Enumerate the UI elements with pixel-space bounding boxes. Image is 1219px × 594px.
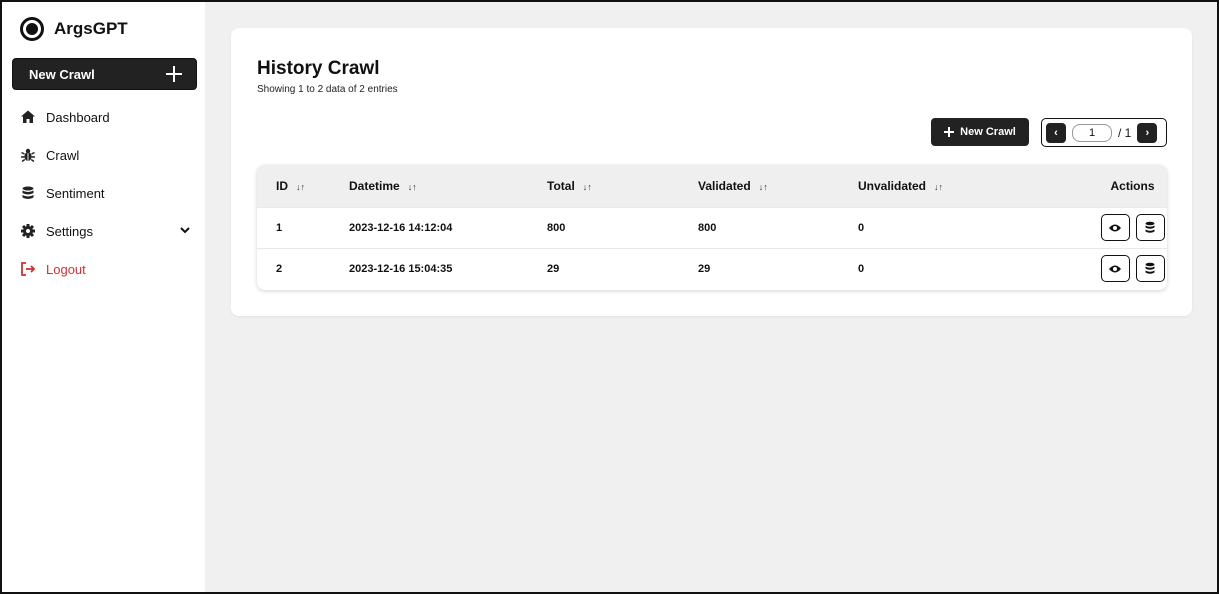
plus-icon	[944, 127, 955, 137]
entries-summary: Showing 1 to 2 data of 2 entries	[257, 84, 398, 95]
row-actions	[1058, 214, 1167, 241]
cell-unvalidated: 0	[858, 262, 865, 275]
sidebar-item-logout[interactable]: Logout	[12, 250, 197, 288]
gear-icon	[20, 223, 36, 239]
row-actions	[1058, 255, 1167, 283]
column-header-label: Total	[547, 178, 575, 193]
cell-unvalidated: 0	[858, 221, 865, 234]
eye-icon	[1109, 265, 1121, 273]
sidebar-item-label: Crawl	[46, 147, 80, 163]
sort-icon[interactable]: ↓↑	[408, 182, 417, 192]
sidebar-item-settings[interactable]: Settings	[12, 212, 197, 250]
column-header-label: Datetime	[349, 178, 400, 193]
database-icon	[1145, 262, 1155, 274]
cell-datetime: 2023-12-16 15:04:35	[349, 262, 453, 275]
eye-icon	[1109, 224, 1121, 231]
sidebar-item-label: Logout	[46, 261, 86, 277]
column-header-unvalidated[interactable]: Unvalidated ↓↑	[858, 165, 1058, 207]
main-content: History Crawl Showing 1 to 2 data of 2 e…	[205, 2, 1217, 592]
cell-datetime: 2023-12-16 14:12:04	[349, 221, 453, 234]
sort-icon[interactable]: ↓↑	[296, 182, 305, 192]
chevron-down-icon[interactable]	[179, 224, 191, 239]
cell-total: 800	[547, 221, 566, 234]
brand-name: ArgsGPT	[54, 19, 128, 38]
sidebar-new-crawl-label: New Crawl	[29, 66, 95, 82]
column-header-validated[interactable]: Validated ↓↑	[698, 165, 858, 207]
data-button[interactable]	[1135, 214, 1165, 241]
data-button[interactable]	[1135, 255, 1165, 283]
next-page-button[interactable]: ›	[1137, 122, 1158, 143]
page-number-input[interactable]	[1072, 123, 1112, 142]
brand[interactable]: ArgsGPT	[12, 16, 197, 42]
new-crawl-label: New Crawl	[960, 126, 1016, 138]
view-button[interactable]	[1100, 255, 1130, 283]
column-header-total[interactable]: Total ↓↑	[547, 165, 698, 207]
pagination: ‹ / 1 ›	[1041, 118, 1167, 147]
column-header-actions: Actions	[1058, 165, 1167, 207]
bug-icon	[20, 147, 36, 163]
table-header-row: ID ↓↑ Datetime ↓↑ Total ↓↑ Validated ↓↑ Unva…	[257, 165, 1167, 207]
cell-actions	[1058, 248, 1167, 289]
history-card: History Crawl Showing 1 to 2 data of 2 e…	[231, 28, 1192, 316]
brand-logo-icon	[20, 17, 44, 41]
view-button[interactable]	[1100, 214, 1130, 241]
database-icon	[20, 185, 36, 201]
sidebar-item-label: Settings	[46, 223, 93, 239]
home-icon	[20, 109, 36, 125]
page-total: / 1	[1118, 125, 1132, 140]
app-window: ArgsGPT New Crawl Dashboard Crawl Sentim…	[0, 0, 1219, 594]
sidebar-item-crawl[interactable]: Crawl	[12, 136, 197, 174]
column-header-datetime[interactable]: Datetime ↓↑	[349, 165, 547, 207]
column-header-label: Actions	[1110, 178, 1155, 193]
sidebar-new-crawl-button[interactable]: New Crawl	[12, 58, 197, 90]
prev-page-button[interactable]: ‹	[1046, 122, 1066, 143]
column-header-label: Validated	[698, 178, 751, 193]
cell-validated: 29	[698, 262, 711, 275]
sort-icon[interactable]: ↓↑	[583, 182, 592, 192]
sidebar-nav: Dashboard Crawl Sentiment Settings Logou…	[12, 98, 197, 288]
sidebar: ArgsGPT New Crawl Dashboard Crawl Sentim…	[2, 2, 205, 592]
logout-icon	[20, 261, 36, 277]
sort-icon[interactable]: ↓↑	[759, 182, 768, 192]
table-row: 1 2023-12-16 14:12:04 800 800 0	[257, 207, 1167, 248]
column-header-label: ID	[276, 178, 288, 193]
cell-total: 29	[547, 262, 560, 275]
cell-id: 2	[276, 262, 283, 275]
sidebar-item-label: Dashboard	[46, 109, 110, 125]
sidebar-item-dashboard[interactable]: Dashboard	[12, 98, 197, 136]
column-header-id[interactable]: ID ↓↑	[257, 165, 349, 207]
plus-icon	[166, 66, 182, 82]
settings-left: Settings	[20, 223, 93, 239]
table-row: 2 2023-12-16 15:04:35 29 29 0	[257, 248, 1167, 289]
cell-id: 1	[276, 221, 283, 234]
history-table: ID ↓↑ Datetime ↓↑ Total ↓↑ Validated ↓↑ Unva…	[257, 165, 1167, 290]
new-crawl-button[interactable]: New Crawl	[931, 118, 1029, 146]
sidebar-item-sentiment[interactable]: Sentiment	[12, 174, 197, 212]
cell-actions	[1058, 207, 1167, 248]
column-header-label: Unvalidated	[858, 178, 927, 193]
database-icon	[1145, 221, 1155, 233]
cell-validated: 800	[698, 221, 717, 234]
sort-icon[interactable]: ↓↑	[934, 182, 943, 192]
sidebar-item-label: Sentiment	[46, 185, 105, 201]
page-title: History Crawl	[257, 58, 380, 79]
